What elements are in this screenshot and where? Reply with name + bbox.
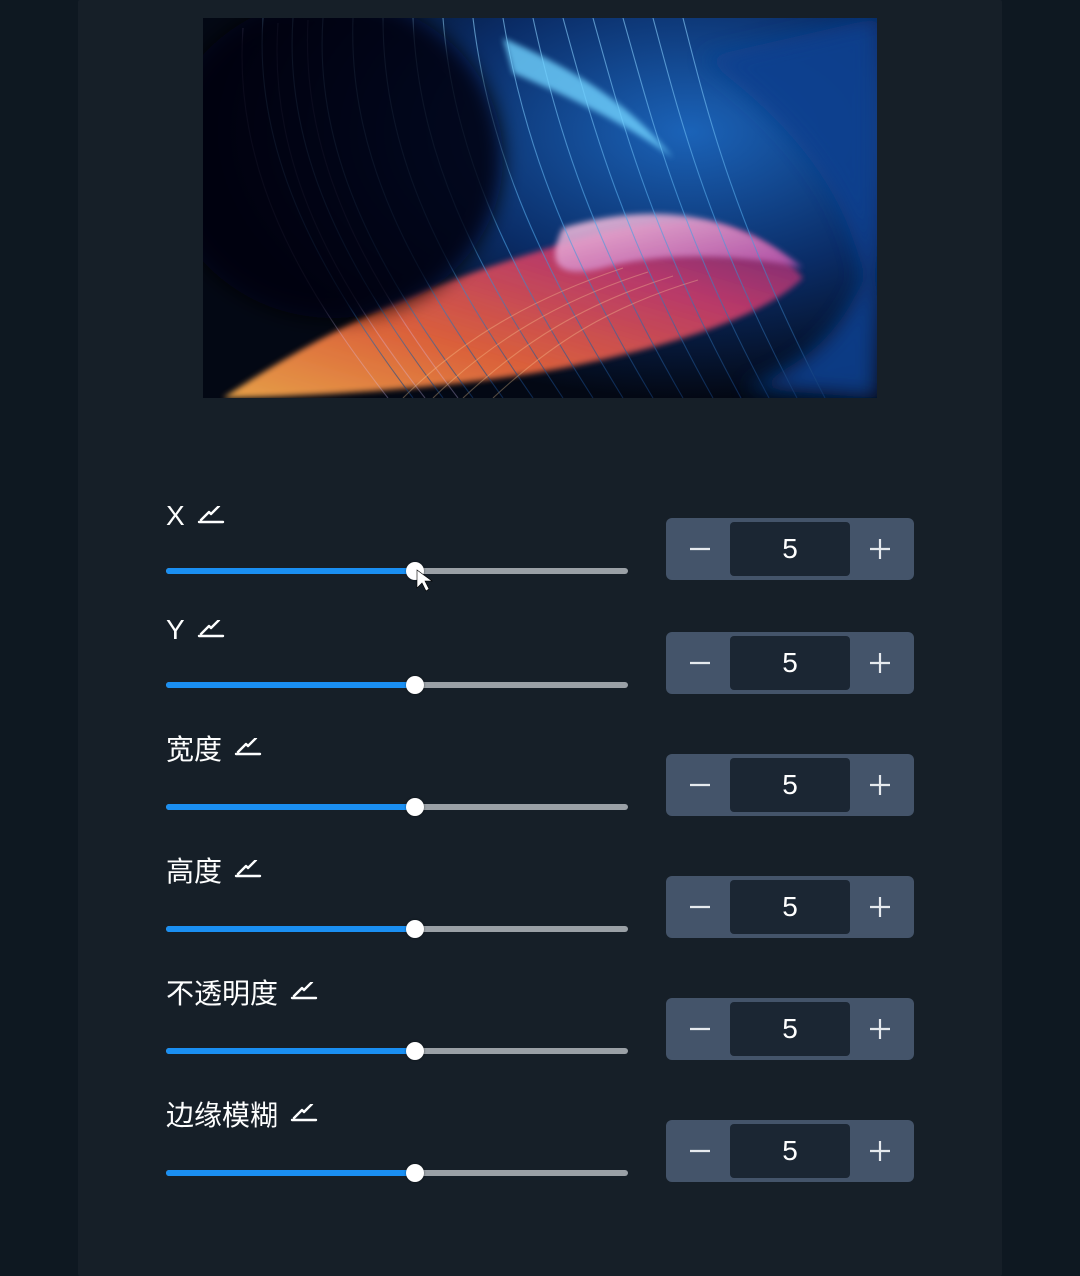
reset-icon[interactable] xyxy=(290,982,318,1002)
height-label-text: 高度 xyxy=(166,850,222,890)
reset-icon[interactable] xyxy=(197,506,225,526)
width-label: 宽度 xyxy=(166,728,628,768)
x-label: X xyxy=(166,500,628,532)
slider-fill xyxy=(166,926,415,932)
y-slider[interactable] xyxy=(166,676,628,694)
slider-fill xyxy=(166,1048,415,1054)
opacity-value[interactable]: 5 xyxy=(730,1002,850,1056)
increment-button[interactable] xyxy=(850,880,910,934)
opacity-label-text: 不透明度 xyxy=(166,972,278,1012)
height-stepper: 5 xyxy=(666,876,914,938)
height-slider[interactable] xyxy=(166,920,628,938)
width-value[interactable]: 5 xyxy=(730,758,850,812)
y-label: Y xyxy=(166,614,628,646)
y-stepper: 5 xyxy=(666,632,914,694)
decrement-button[interactable] xyxy=(670,636,730,690)
opacity-stepper: 5 xyxy=(666,998,914,1060)
slider-thumb[interactable] xyxy=(406,798,424,816)
reset-icon[interactable] xyxy=(290,1104,318,1124)
slider-thumb[interactable] xyxy=(406,562,424,580)
x-stepper: 5 xyxy=(666,518,914,580)
height-label: 高度 xyxy=(166,850,628,890)
decrement-button[interactable] xyxy=(670,880,730,934)
slider-fill xyxy=(166,804,415,810)
width-slider[interactable] xyxy=(166,798,628,816)
control-row-x: X5 xyxy=(166,500,914,580)
edge-blur-slider[interactable] xyxy=(166,1164,628,1182)
slider-thumb[interactable] xyxy=(406,1042,424,1060)
x-label-text: X xyxy=(166,500,185,532)
width-stepper: 5 xyxy=(666,754,914,816)
width-label-text: 宽度 xyxy=(166,728,222,768)
opacity-label: 不透明度 xyxy=(166,972,628,1012)
slider-fill xyxy=(166,568,415,574)
decrement-button[interactable] xyxy=(670,1002,730,1056)
increment-button[interactable] xyxy=(850,1124,910,1178)
decrement-button[interactable] xyxy=(670,758,730,812)
y-label-text: Y xyxy=(166,614,185,646)
slider-fill xyxy=(166,1170,415,1176)
reset-icon[interactable] xyxy=(197,620,225,640)
slider-thumb[interactable] xyxy=(406,1164,424,1182)
reset-icon[interactable] xyxy=(234,738,262,758)
x-value[interactable]: 5 xyxy=(730,522,850,576)
increment-button[interactable] xyxy=(850,1002,910,1056)
decrement-button[interactable] xyxy=(670,1124,730,1178)
control-row-edge-blur: 边缘模糊 5 xyxy=(166,1094,914,1182)
edge-blur-label: 边缘模糊 xyxy=(166,1094,628,1134)
slider-thumb[interactable] xyxy=(406,676,424,694)
edge-blur-value[interactable]: 5 xyxy=(730,1124,850,1178)
control-row-width: 宽度 5 xyxy=(166,728,914,816)
increment-button[interactable] xyxy=(850,522,910,576)
opacity-slider[interactable] xyxy=(166,1042,628,1060)
control-row-opacity: 不透明度 5 xyxy=(166,972,914,1060)
x-slider[interactable] xyxy=(166,562,628,580)
control-row-height: 高度 5 xyxy=(166,850,914,938)
increment-button[interactable] xyxy=(850,636,910,690)
slider-fill xyxy=(166,682,415,688)
edge-blur-label-text: 边缘模糊 xyxy=(166,1094,278,1134)
decrement-button[interactable] xyxy=(670,522,730,576)
settings-panel: X5Y5宽度5高度5不透明度5边缘模糊5 xyxy=(78,0,1002,1276)
slider-thumb[interactable] xyxy=(406,920,424,938)
preview-image xyxy=(203,18,877,398)
increment-button[interactable] xyxy=(850,758,910,812)
control-row-y: Y5 xyxy=(166,614,914,694)
y-value[interactable]: 5 xyxy=(730,636,850,690)
edge-blur-stepper: 5 xyxy=(666,1120,914,1182)
reset-icon[interactable] xyxy=(234,860,262,880)
height-value[interactable]: 5 xyxy=(730,880,850,934)
